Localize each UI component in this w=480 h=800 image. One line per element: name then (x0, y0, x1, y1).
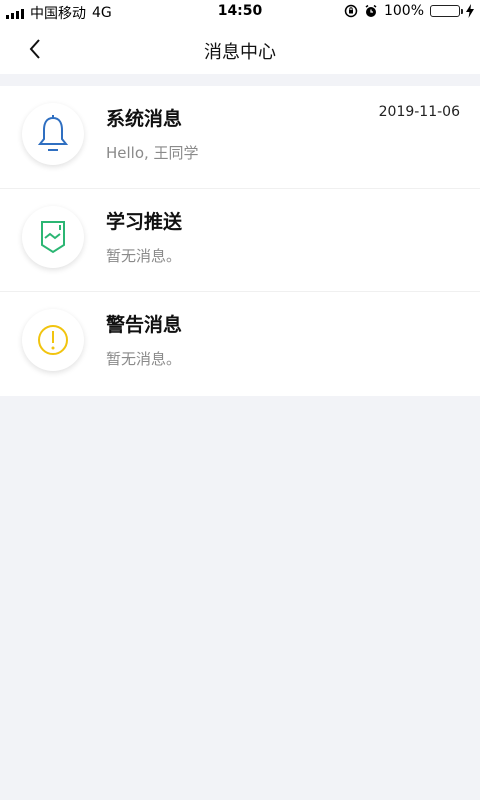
message-item-warning[interactable]: 警告消息 暂无消息。 (0, 292, 480, 396)
message-title: 系统消息 (106, 108, 183, 130)
charging-icon (466, 4, 474, 18)
warning-icon (22, 309, 84, 371)
orientation-lock-icon (344, 4, 358, 18)
learning-push-icon (22, 206, 84, 268)
status-bar: 中国移动 4G 14:50 100% (0, 0, 480, 24)
message-preview: Hello, 王同学 (106, 144, 199, 162)
message-item-learning[interactable]: 学习推送 暂无消息。 (0, 189, 480, 292)
message-title: 警告消息 (106, 314, 183, 336)
message-preview: 暂无消息。 (106, 350, 182, 368)
message-list: 系统消息 Hello, 王同学 2019-11-06 学习推送 暂无消息。 警告… (0, 86, 480, 396)
page-title: 消息中心 (204, 42, 276, 63)
alarm-icon (365, 4, 377, 17)
battery-percent: 100% (383, 3, 424, 19)
status-right: 100% (344, 3, 474, 19)
message-date: 2019-11-06 (378, 104, 460, 120)
message-title: 学习推送 (106, 211, 183, 233)
message-item-system[interactable]: 系统消息 Hello, 王同学 2019-11-06 (0, 86, 480, 189)
nav-bar: 消息中心 (0, 24, 480, 74)
message-preview: 暂无消息。 (106, 247, 182, 265)
bell-icon (22, 103, 84, 165)
battery-icon (430, 5, 463, 17)
